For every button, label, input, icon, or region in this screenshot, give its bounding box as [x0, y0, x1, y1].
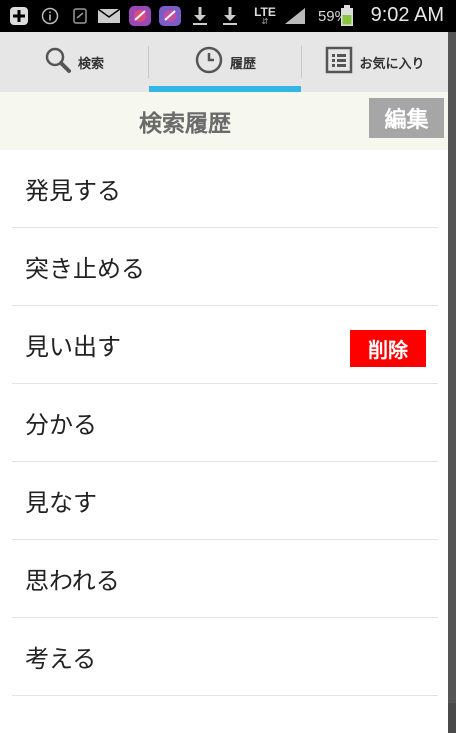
app-icon: [127, 6, 153, 26]
list-item[interactable]: 突き止める: [12, 228, 438, 306]
battery-icon: [339, 5, 355, 26]
edit-button[interactable]: 編集: [369, 98, 444, 138]
tab-bar: 検索 履歴 お気に入り: [0, 32, 448, 93]
background-strip: [448, 32, 456, 733]
signal-icon: [283, 7, 307, 25]
history-header: 検索履歴 編集: [0, 92, 448, 150]
status-bar: LTE ⇵ 59% 9:02 AM: [0, 0, 456, 32]
list-item[interactable]: 見い出す 削除: [12, 306, 438, 384]
tab-favorites[interactable]: お気に入り: [302, 32, 448, 92]
history-list: 発見する 突き止める 見い出す 削除 分かる 見なす 思われる 考える: [12, 150, 438, 696]
history-panel: 検索 履歴 お気に入り 検索履歴 編集 発見する 突き止める 見い出す 削除 分…: [0, 32, 448, 733]
list-item[interactable]: 考える: [12, 618, 438, 696]
delete-button[interactable]: 削除: [350, 330, 426, 367]
list-icon: [325, 46, 353, 78]
list-item-label: 発見する: [25, 177, 121, 205]
tab-search-label: 検索: [77, 56, 104, 72]
search-icon: [44, 46, 72, 78]
clock-time: 9:02 AM: [370, 4, 444, 26]
list-item[interactable]: 発見する: [12, 150, 438, 228]
tab-history[interactable]: 履歴: [149, 32, 301, 92]
list-item-label: 突き止める: [25, 255, 145, 283]
list-item-label: 見なす: [25, 489, 97, 517]
page-title: 検索履歴: [139, 111, 231, 137]
list-item[interactable]: 分かる: [12, 384, 438, 462]
tab-favorites-label: お気に入り: [359, 56, 425, 72]
app-icon: [157, 6, 183, 26]
plus-icon: [8, 7, 30, 25]
list-item-label: 考える: [25, 645, 97, 673]
list-item[interactable]: 思われる: [12, 540, 438, 618]
download-icon: [219, 7, 241, 25]
lte-icon: LTE ⇵: [254, 5, 276, 26]
mail-icon: [96, 7, 122, 25]
list-item[interactable]: 見なす: [12, 462, 438, 540]
tab-history-label: 履歴: [229, 56, 256, 72]
list-item-label: 分かる: [25, 411, 97, 439]
tab-search[interactable]: 検索: [0, 32, 148, 92]
info-icon: [40, 7, 60, 25]
download-icon: [189, 7, 211, 25]
list-item-label: 見い出す: [25, 333, 121, 361]
list-item-label: 思われる: [25, 567, 120, 595]
clock-icon: [194, 45, 224, 79]
sync-icon: [70, 7, 90, 25]
